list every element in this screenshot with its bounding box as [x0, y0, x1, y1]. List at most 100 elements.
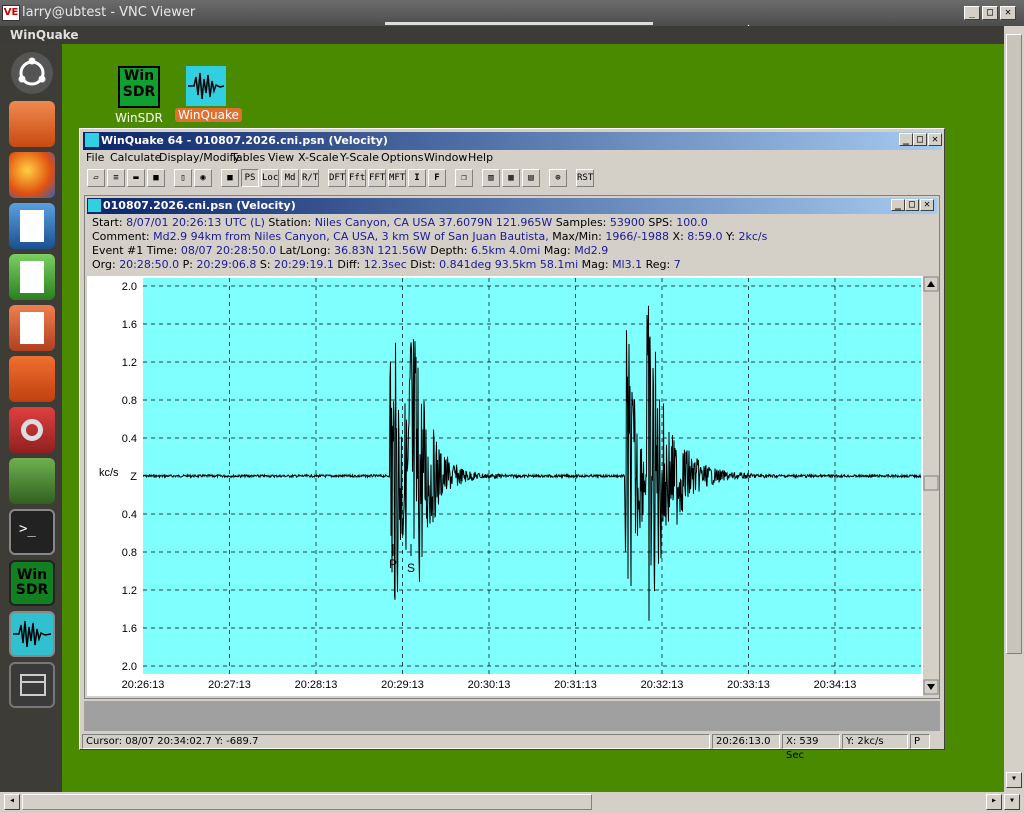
y-tick-label: 2.0 — [122, 281, 137, 293]
seismogram-svg[interactable]: 2.0 1.6 1.2 0.8 0.4 Z 0.4 0.8 1.2 1.6 2.0 20:26:13… — [87, 276, 939, 696]
vnc-close-button[interactable]: ✕ — [1000, 6, 1016, 20]
firefox-icon[interactable] — [9, 152, 55, 198]
fft-small-button[interactable]: Fft — [348, 169, 366, 187]
vnc-minimize-button[interactable]: _ — [964, 6, 980, 20]
active-app-title: WinQuake — [10, 28, 79, 42]
x-tick-label: 20:31:13 — [554, 679, 597, 691]
vnc-window-title: larry@ubtest - VNC Viewer — [22, 5, 196, 20]
vnc-vscroll-thumb[interactable] — [1006, 34, 1022, 654]
vnc-scroll-right-button[interactable]: ▸ — [986, 794, 1002, 810]
save-all-icon[interactable]: ▬ — [127, 169, 145, 187]
y-tick-label: 0.8 — [122, 395, 137, 407]
vnc-scroll-left-button[interactable]: ◂ — [4, 794, 20, 810]
rt-button[interactable]: R/T — [301, 169, 319, 187]
mdi-client-area — [84, 701, 940, 731]
x-tick-label: 20:27:13 — [208, 679, 251, 691]
winquake-window: WinQuake 64 - 010807.2026.cni.psn (Veloc… — [79, 128, 946, 761]
save-trace-icon[interactable]: ■ — [221, 169, 239, 187]
child-maximize-button[interactable]: □ — [905, 199, 919, 211]
vnc-logo-icon: VE — [2, 5, 20, 21]
menu-file[interactable]: File — [86, 151, 104, 164]
menu-display-modify[interactable]: Display/Modify — [159, 151, 240, 164]
status-y: Y: 2kc/s — [842, 734, 908, 749]
y-tick-label: 0.8 — [122, 547, 137, 559]
winquake-close-button[interactable]: ✕ — [928, 133, 942, 146]
desktop-winsdr-label: WinSDR — [115, 111, 163, 125]
y-tick-label: 1.2 — [122, 585, 137, 597]
rst-button[interactable]: RST — [576, 169, 594, 187]
desktop-winsdr-icon[interactable]: Win SDR WinSDR — [108, 66, 170, 125]
child-minimize-button[interactable]: _ — [891, 199, 905, 211]
copy-icon[interactable]: ❐ — [455, 169, 473, 187]
status-x: X: 539 Sec — [782, 734, 840, 761]
menu-tables[interactable]: Tables — [231, 151, 265, 164]
list-icon[interactable]: ≡ — [107, 169, 125, 187]
i-button[interactable]: I — [408, 169, 426, 187]
y-tick-label: 1.6 — [122, 623, 137, 635]
ubuntu-top-bar: WinQuake — [0, 26, 1004, 44]
menu-options[interactable]: Options — [381, 151, 423, 164]
seismogram-plot[interactable]: 2.0 1.6 1.2 0.8 0.4 Z 0.4 0.8 1.2 1.6 2.0 20:26:13… — [87, 276, 939, 696]
vnc-vertical-scrollbar[interactable]: ▾ — [1004, 26, 1024, 792]
y-tick-label: 0.4 — [122, 509, 137, 521]
plot-scroll-thumb[interactable] — [923, 475, 939, 491]
vnc-horizontal-scrollbar[interactable]: ◂ ▸ ▾ — [0, 792, 1024, 813]
f-button[interactable]: F — [428, 169, 446, 187]
ps-button[interactable]: PS — [241, 169, 259, 187]
grid-two-icon[interactable]: ▦ — [502, 169, 520, 187]
vnc-corner-button[interactable]: ▾ — [1004, 794, 1020, 810]
ubuntu-dash-icon[interactable] — [11, 52, 53, 94]
vnc-maximize-button[interactable]: □ — [982, 6, 998, 20]
system-settings-icon[interactable] — [9, 407, 55, 453]
winsdr-launcher-icon[interactable]: Win SDR — [9, 560, 55, 606]
circle-icon[interactable]: ◉ — [194, 169, 212, 187]
winquake-title-bar: WinQuake 64 - 010807.2026.cni.psn (Veloc… — [83, 132, 942, 150]
menu-y-scale[interactable]: Y-Scale — [340, 151, 379, 164]
dft-button[interactable]: DFT — [328, 169, 346, 187]
open-file-icon[interactable]: ▱ — [87, 169, 105, 187]
loc-button[interactable]: Loc — [261, 169, 279, 187]
terminal-icon[interactable]: >_ — [9, 509, 55, 555]
winquake-minimize-button[interactable]: _ — [899, 133, 913, 146]
winquake-title: WinQuake 64 - 010807.2026.cni.psn (Veloc… — [101, 134, 388, 147]
y-tick-label: 1.6 — [122, 319, 137, 331]
fft-button[interactable]: FFT — [368, 169, 386, 187]
vnc-hscroll-thumb[interactable] — [22, 794, 592, 810]
writer-icon[interactable] — [9, 203, 55, 249]
desktop-winquake-label: WinQuake — [175, 108, 242, 122]
unity-launcher: >_ Win SDR — [0, 44, 62, 792]
info-line-start: Start: 8/07/01 20:26:13 UTC (L) Station:… — [92, 216, 708, 229]
menu-view[interactable]: View — [268, 151, 294, 164]
software-center-icon[interactable] — [9, 356, 55, 402]
menu-x-scale[interactable]: X-Scale — [298, 151, 339, 164]
winquake-launcher-icon[interactable] — [9, 611, 55, 657]
x-tick-label: 20:34:13 — [814, 679, 857, 691]
y-unit-label: kc/s — [99, 467, 119, 479]
workspace-switcher-icon[interactable] — [9, 662, 55, 708]
mft-button[interactable]: MFT — [388, 169, 406, 187]
info-line-event: Event #1 Time: 08/07 20:28:50.0 Lat/Long… — [92, 244, 609, 257]
desktop-winquake-icon[interactable]: WinQuake — [175, 66, 242, 122]
child-title: 010807.2026.cni.psn (Velocity) — [103, 199, 296, 212]
child-close-button[interactable]: ✕ — [920, 199, 934, 211]
impress-icon[interactable] — [9, 305, 55, 351]
target-icon[interactable]: ⊕ — [549, 169, 567, 187]
status-bar: Cursor: 08/07 20:34:02.7 Y: -689.7 20:26… — [80, 734, 946, 761]
vnc-scroll-down-button[interactable]: ▾ — [1006, 772, 1022, 788]
x-tick-label: 20:26:13 — [122, 679, 165, 691]
workspaces-icon[interactable] — [9, 458, 55, 504]
calc-icon[interactable] — [9, 254, 55, 300]
x-tick-label: 20:32:13 — [641, 679, 684, 691]
menu-window[interactable]: Window — [424, 151, 467, 164]
save-icon[interactable]: ■ — [147, 169, 165, 187]
menu-help[interactable]: Help — [468, 151, 493, 164]
grid-one-icon[interactable]: ▥ — [482, 169, 500, 187]
menu-calculate[interactable]: Calculate — [110, 151, 161, 164]
status-mode: P — [910, 734, 930, 749]
md-button[interactable]: Md — [281, 169, 299, 187]
grid-three-icon[interactable]: ▤ — [522, 169, 540, 187]
document-icon[interactable]: ▯ — [174, 169, 192, 187]
files-icon[interactable] — [9, 101, 55, 147]
x-tick-label: 20:28:13 — [295, 679, 338, 691]
winquake-maximize-button[interactable]: □ — [913, 133, 927, 146]
